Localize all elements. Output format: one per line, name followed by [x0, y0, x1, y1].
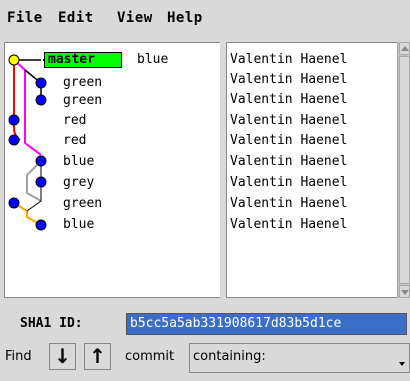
- commit-graph: [8, 54, 47, 231]
- commit-graph-pane[interactable]: master blue green green red red blue gre…: [4, 42, 222, 298]
- commit-dot[interactable]: [8, 197, 20, 209]
- sha1-label: SHA1 ID:: [20, 316, 83, 331]
- scroll-up-arrow-icon[interactable]: [399, 42, 410, 55]
- find-mode-select[interactable]: containing:: [189, 343, 410, 373]
- menu-edit[interactable]: Edit: [58, 10, 94, 26]
- commit-author[interactable]: Valentin Haenel: [230, 71, 347, 88]
- find-label: Find: [5, 349, 32, 364]
- commit-subject[interactable]: blue: [63, 216, 94, 233]
- find-previous-button[interactable]: ↑: [84, 343, 111, 370]
- branch-tag-master[interactable]: master: [44, 52, 122, 68]
- commit-subject[interactable]: green: [63, 74, 102, 91]
- commit-dot[interactable]: [35, 219, 47, 231]
- commit-subject[interactable]: red: [63, 132, 86, 149]
- commit-subject[interactable]: red: [63, 112, 86, 129]
- commit-subject[interactable]: green: [63, 92, 102, 109]
- commit-author[interactable]: Valentin Haenel: [230, 112, 347, 129]
- menu-view[interactable]: View: [117, 10, 153, 26]
- vertical-scrollbar[interactable]: [397, 42, 410, 298]
- commit-dot[interactable]: [35, 77, 47, 89]
- commit-author[interactable]: Valentin Haenel: [230, 174, 347, 191]
- arrow-up-icon: ↑: [89, 344, 106, 368]
- commit-author[interactable]: Valentin Haenel: [230, 153, 347, 170]
- menu-file[interactable]: File: [7, 10, 43, 26]
- arrow-down-icon: ↓: [54, 344, 71, 368]
- commit-dot[interactable]: [8, 134, 20, 146]
- commit-author[interactable]: Valentin Haenel: [230, 216, 347, 233]
- commit-subject[interactable]: green: [63, 195, 102, 212]
- menu-help[interactable]: Help: [167, 10, 203, 26]
- find-mode-value: containing:: [193, 349, 266, 364]
- commit-dot[interactable]: [35, 94, 47, 106]
- commit-dot[interactable]: [8, 114, 20, 126]
- commit-subject[interactable]: grey: [63, 174, 94, 191]
- commit-dot-head[interactable]: [8, 54, 20, 66]
- menu-bar: File Edit View Help: [0, 0, 410, 40]
- commit-subject[interactable]: blue: [137, 51, 168, 68]
- author-pane[interactable]: Valentin Haenel Valentin Haenel Valentin…: [226, 42, 397, 298]
- chevron-down-icon: [399, 362, 405, 366]
- find-next-button[interactable]: ↓: [49, 343, 76, 370]
- commit-author[interactable]: Valentin Haenel: [230, 132, 347, 149]
- commit-author[interactable]: Valentin Haenel: [230, 91, 347, 108]
- find-type-label[interactable]: commit: [125, 349, 174, 364]
- commit-subject[interactable]: blue: [63, 153, 94, 170]
- commit-dot[interactable]: [35, 176, 47, 188]
- scroll-down-arrow-icon[interactable]: [399, 285, 410, 298]
- sha1-field[interactable]: b5cc5a5ab331908617d83b5d1ce: [126, 313, 407, 335]
- commit-author[interactable]: Valentin Haenel: [230, 195, 347, 212]
- commit-author[interactable]: Valentin Haenel: [230, 51, 347, 68]
- scroll-thumb[interactable]: [399, 56, 410, 284]
- commit-dot[interactable]: [35, 155, 47, 167]
